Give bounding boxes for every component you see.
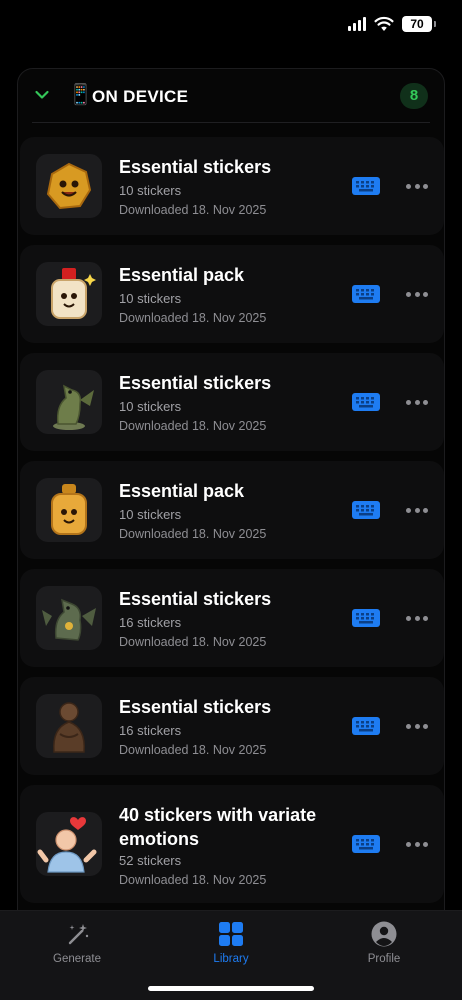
pack-date: Downloaded 18. Nov 2025 [119,873,267,887]
keyboard-icon[interactable] [352,177,380,195]
status-bar: 70 [0,0,462,52]
pack-date: Downloaded 18. Nov 2025 [119,527,267,541]
magic-wand-icon [68,924,89,945]
pack-thumbnail [36,154,102,218]
tab-label: Profile [367,953,401,965]
more-options-icon[interactable] [406,616,428,622]
keyboard-icon[interactable] [352,285,380,303]
sticker-pack-card[interactable]: Essential stickers 16 stickers Downloade… [20,677,444,775]
sticker-pack-card[interactable]: Essential stickers 10 stickers Downloade… [20,353,444,451]
pack-count: 16 stickers [119,615,182,630]
pack-date: Downloaded 18. Nov 2025 [119,419,267,433]
more-options-icon[interactable] [406,292,428,298]
divider [32,122,430,123]
pack-thumbnail [36,262,102,326]
keyboard-icon[interactable] [352,501,380,519]
pack-thumbnail [36,812,102,876]
keyboard-icon[interactable] [352,835,380,853]
sticker-pack-card[interactable]: Essential stickers 10 stickers Downloade… [20,137,444,235]
pack-title: Essential pack [119,481,245,501]
keyboard-icon[interactable] [352,717,380,735]
chevron-down-icon[interactable] [34,87,50,103]
on-device-section: 📱 ON DEVICE 8 Essential stickers 10 stic… [17,68,445,928]
sticker-pack-card[interactable]: Essential stickers 16 stickers Downloade… [20,569,444,667]
pack-title: Essential stickers [119,157,272,177]
pack-date: Downloaded 18. Nov 2025 [119,743,267,757]
pack-count: 10 stickers [119,183,182,198]
pack-count: 16 stickers [119,723,182,738]
pack-title: 40 stickers with variate emotions [119,805,317,849]
more-options-icon[interactable] [406,400,428,406]
pack-title: Essential stickers [119,373,272,393]
tab-label: Generate [53,953,101,965]
pack-title: Essential stickers [119,589,272,609]
tab-profile[interactable]: Profile [329,921,439,965]
sticker-pack-card[interactable]: 40 stickers with variate emotions 52 sti… [20,785,444,903]
pack-thumbnail [36,694,102,758]
pack-title: Essential stickers [119,697,272,717]
tab-generate[interactable]: Generate [22,921,132,965]
sticker-pack-card[interactable]: Essential pack 10 stickers Downloaded 18… [20,245,444,343]
pack-date: Downloaded 18. Nov 2025 [119,311,267,325]
pack-count: 52 stickers [119,853,182,868]
more-options-icon[interactable] [406,724,428,730]
pack-thumbnail [36,586,102,650]
sticker-pack-card[interactable]: Essential pack 10 stickers Downloaded 18… [20,461,444,559]
battery-indicator: 70 [402,16,436,32]
count-badge: 8 [400,83,428,109]
keyboard-icon[interactable] [352,393,380,411]
section-title: ON DEVICE [92,87,189,106]
pack-date: Downloaded 18. Nov 2025 [119,203,267,217]
mobile-phone-icon: 📱 [68,84,93,106]
keyboard-icon[interactable] [352,609,380,627]
pack-count: 10 stickers [119,399,182,414]
wifi-icon [374,16,394,31]
pack-date: Downloaded 18. Nov 2025 [119,635,267,649]
pack-count: 10 stickers [119,507,182,522]
profile-icon [371,921,397,947]
section-header[interactable]: 📱 ON DEVICE 8 [18,69,444,123]
home-indicator [148,986,314,991]
cellular-signal-icon [348,17,366,31]
pack-thumbnail [36,478,102,542]
more-options-icon[interactable] [406,842,428,848]
pack-thumbnail [36,370,102,434]
grid-icon [219,922,243,946]
more-options-icon[interactable] [406,184,428,190]
more-options-icon[interactable] [406,508,428,514]
pack-count: 10 stickers [119,291,182,306]
tab-library[interactable]: Library [176,921,286,965]
tab-label: Library [213,953,249,965]
pack-title: Essential pack [119,265,245,285]
